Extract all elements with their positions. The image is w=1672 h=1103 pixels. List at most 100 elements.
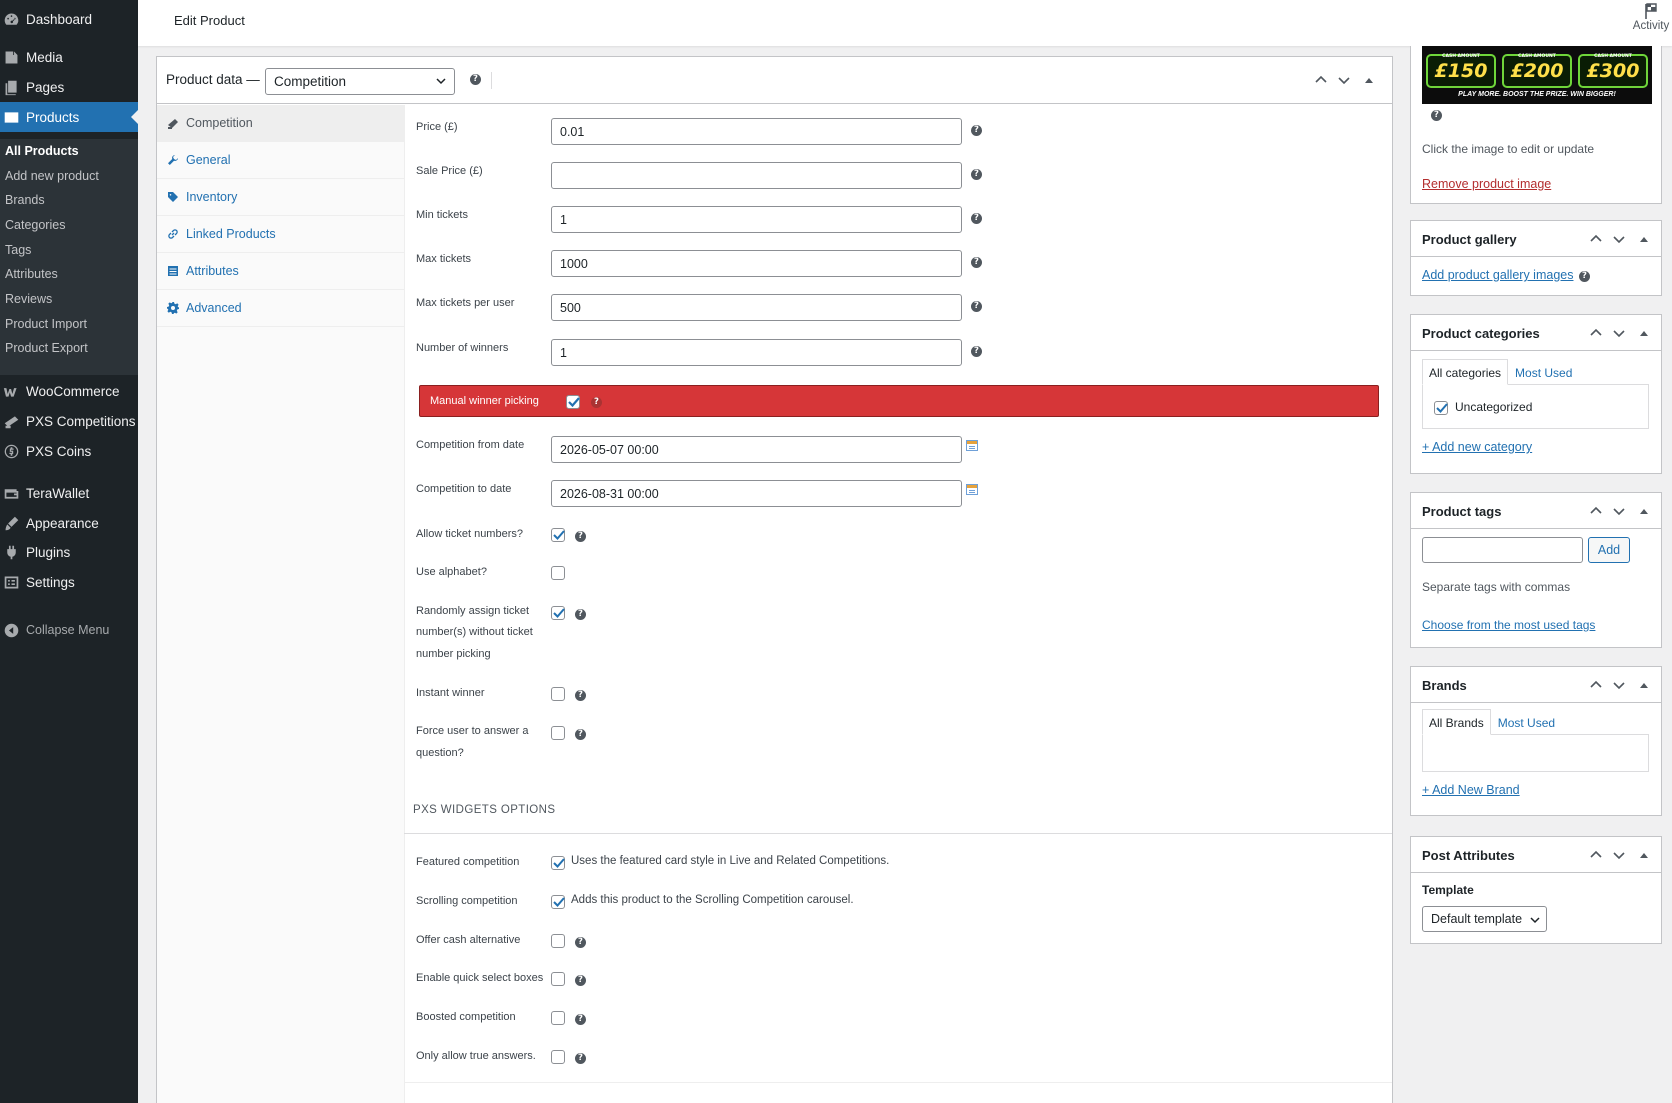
to-date-input[interactable]: 2026-08-31 00:00 bbox=[551, 480, 962, 507]
menu-products[interactable]: Products bbox=[0, 102, 138, 132]
allow-ticket-numbers-checkbox[interactable] bbox=[551, 528, 565, 542]
move-down-button[interactable] bbox=[1612, 678, 1626, 692]
max-per-user-input[interactable]: 500 bbox=[551, 294, 962, 321]
menu-pages[interactable]: Pages bbox=[0, 72, 138, 102]
submenu-tags[interactable]: Tags bbox=[5, 243, 31, 257]
menu-terawallet[interactable]: TeraWallet bbox=[0, 478, 138, 508]
calendar-icon[interactable] bbox=[966, 484, 978, 495]
tab-inventory[interactable]: Inventory bbox=[157, 179, 405, 216]
sale-price-input[interactable] bbox=[551, 162, 962, 189]
toggle-panel-button[interactable] bbox=[1637, 232, 1651, 246]
move-down-button[interactable] bbox=[1612, 848, 1626, 862]
tab-general[interactable]: General bbox=[157, 142, 405, 179]
tab-advanced[interactable]: Advanced bbox=[157, 290, 405, 327]
add-gallery-images-link[interactable]: Add product gallery images bbox=[1422, 268, 1573, 282]
min-tickets-input[interactable]: 1 bbox=[551, 206, 962, 233]
winners-input[interactable]: 1 bbox=[551, 339, 962, 366]
help-icon[interactable]: ? bbox=[575, 609, 586, 620]
submenu-product-import[interactable]: Product Import bbox=[5, 317, 87, 331]
help-icon[interactable]: ? bbox=[575, 690, 586, 701]
move-up-button[interactable] bbox=[1589, 232, 1603, 246]
product-type-select[interactable]: Competition bbox=[265, 68, 455, 95]
tab-most-used-brands[interactable]: Most Used bbox=[1491, 709, 1562, 735]
move-up-button[interactable] bbox=[1589, 848, 1603, 862]
tab-attributes[interactable]: Attributes bbox=[157, 253, 405, 290]
remove-product-image-link[interactable]: Remove product image bbox=[1422, 177, 1551, 191]
instant-winner-checkbox[interactable] bbox=[551, 687, 565, 701]
help-icon[interactable]: ? bbox=[1579, 271, 1590, 282]
from-date-input[interactable]: 2026-05-07 00:00 bbox=[551, 436, 962, 463]
move-down-button[interactable] bbox=[1612, 232, 1626, 246]
use-alphabet-checkbox[interactable] bbox=[551, 566, 565, 580]
move-up-button[interactable] bbox=[1589, 326, 1603, 340]
help-icon[interactable]: ? bbox=[971, 346, 982, 357]
help-icon[interactable]: ? bbox=[575, 1014, 586, 1025]
move-up-button[interactable] bbox=[1589, 678, 1603, 692]
force-question-checkbox[interactable] bbox=[551, 726, 565, 740]
true-answers-checkbox[interactable] bbox=[551, 1050, 565, 1064]
menu-appearance[interactable]: Appearance bbox=[0, 508, 138, 538]
quick-select-checkbox[interactable] bbox=[551, 972, 565, 986]
tag-input[interactable] bbox=[1422, 537, 1583, 563]
move-up-button[interactable] bbox=[1589, 504, 1603, 518]
help-icon[interactable]: ? bbox=[575, 531, 586, 542]
help-icon[interactable]: ? bbox=[971, 257, 982, 268]
scrolling-checkbox[interactable] bbox=[551, 895, 565, 909]
submenu-reviews[interactable]: Reviews bbox=[5, 292, 52, 306]
submenu-brands[interactable]: Brands bbox=[5, 193, 45, 207]
menu-pxs-competitions[interactable]: PXS Competitions bbox=[0, 406, 138, 436]
toggle-panel-button[interactable] bbox=[1637, 848, 1651, 862]
manual-winner-checkbox[interactable] bbox=[566, 395, 580, 409]
help-icon[interactable]: ? bbox=[1431, 110, 1442, 121]
tab-linked-products[interactable]: Linked Products bbox=[157, 216, 405, 253]
toggle-panel-button[interactable] bbox=[1637, 678, 1651, 692]
toggle-panel-button[interactable] bbox=[1637, 504, 1651, 518]
submenu-attributes[interactable]: Attributes bbox=[5, 267, 58, 281]
move-down-button[interactable] bbox=[1612, 504, 1626, 518]
menu-pxs-coins[interactable]: PXS Coins bbox=[0, 436, 138, 466]
menu-settings[interactable]: Settings bbox=[0, 567, 138, 597]
template-select[interactable]: Default template bbox=[1422, 906, 1547, 932]
submenu-product-export[interactable]: Product Export bbox=[5, 341, 88, 355]
activity-button[interactable]: Activity bbox=[1630, 0, 1672, 46]
price-input[interactable]: 0.01 bbox=[551, 118, 962, 145]
tab-competition[interactable]: Competition bbox=[157, 105, 405, 142]
help-icon[interactable]: ? bbox=[470, 74, 481, 85]
menu-dashboard[interactable]: Dashboard bbox=[0, 4, 138, 34]
submenu-all-products[interactable]: All Products bbox=[5, 144, 79, 158]
choose-most-used-tags-link[interactable]: Choose from the most used tags bbox=[1422, 618, 1595, 632]
submenu-categories[interactable]: Categories bbox=[5, 218, 65, 232]
menu-woocommerce[interactable]: WooCommerce bbox=[0, 376, 138, 406]
help-icon[interactable]: ? bbox=[575, 1053, 586, 1064]
help-icon[interactable]: ? bbox=[971, 169, 982, 180]
tab-all-brands[interactable]: All Brands bbox=[1422, 709, 1491, 735]
random-assign-checkbox[interactable] bbox=[551, 606, 565, 620]
max-tickets-input[interactable]: 1000 bbox=[551, 250, 962, 277]
help-icon[interactable]: ? bbox=[575, 729, 586, 740]
help-icon[interactable]: ? bbox=[591, 397, 602, 408]
toggle-panel-button[interactable] bbox=[1362, 73, 1376, 87]
help-icon[interactable]: ? bbox=[971, 301, 982, 312]
move-up-button[interactable] bbox=[1314, 73, 1328, 87]
cash-alternative-checkbox[interactable] bbox=[551, 934, 565, 948]
menu-media[interactable]: Media bbox=[0, 42, 138, 72]
add-new-category-link[interactable]: + Add new category bbox=[1422, 440, 1532, 454]
category-uncategorized-checkbox[interactable] bbox=[1434, 401, 1448, 415]
help-icon[interactable]: ? bbox=[971, 125, 982, 136]
toggle-panel-button[interactable] bbox=[1637, 326, 1651, 340]
help-icon[interactable]: ? bbox=[575, 975, 586, 986]
tab-all-categories[interactable]: All categories bbox=[1422, 359, 1509, 385]
move-down-button[interactable] bbox=[1612, 326, 1626, 340]
calendar-icon[interactable] bbox=[966, 440, 978, 451]
help-icon[interactable]: ? bbox=[575, 937, 586, 948]
boosted-checkbox[interactable] bbox=[551, 1011, 565, 1025]
tab-most-used-categories[interactable]: Most Used bbox=[1508, 359, 1579, 385]
help-icon[interactable]: ? bbox=[971, 213, 982, 224]
collapse-menu-button[interactable]: Collapse Menu bbox=[0, 615, 138, 645]
featured-checkbox[interactable] bbox=[551, 856, 565, 870]
submenu-add-new-product[interactable]: Add new product bbox=[5, 169, 99, 183]
move-down-button[interactable] bbox=[1337, 73, 1351, 87]
menu-plugins[interactable]: Plugins bbox=[0, 537, 138, 567]
product-image[interactable]: CASH AMOUNT £150 CASH AMOUNT £200 CASH AMO… bbox=[1422, 46, 1652, 104]
add-new-brand-link[interactable]: + Add New Brand bbox=[1422, 783, 1520, 797]
